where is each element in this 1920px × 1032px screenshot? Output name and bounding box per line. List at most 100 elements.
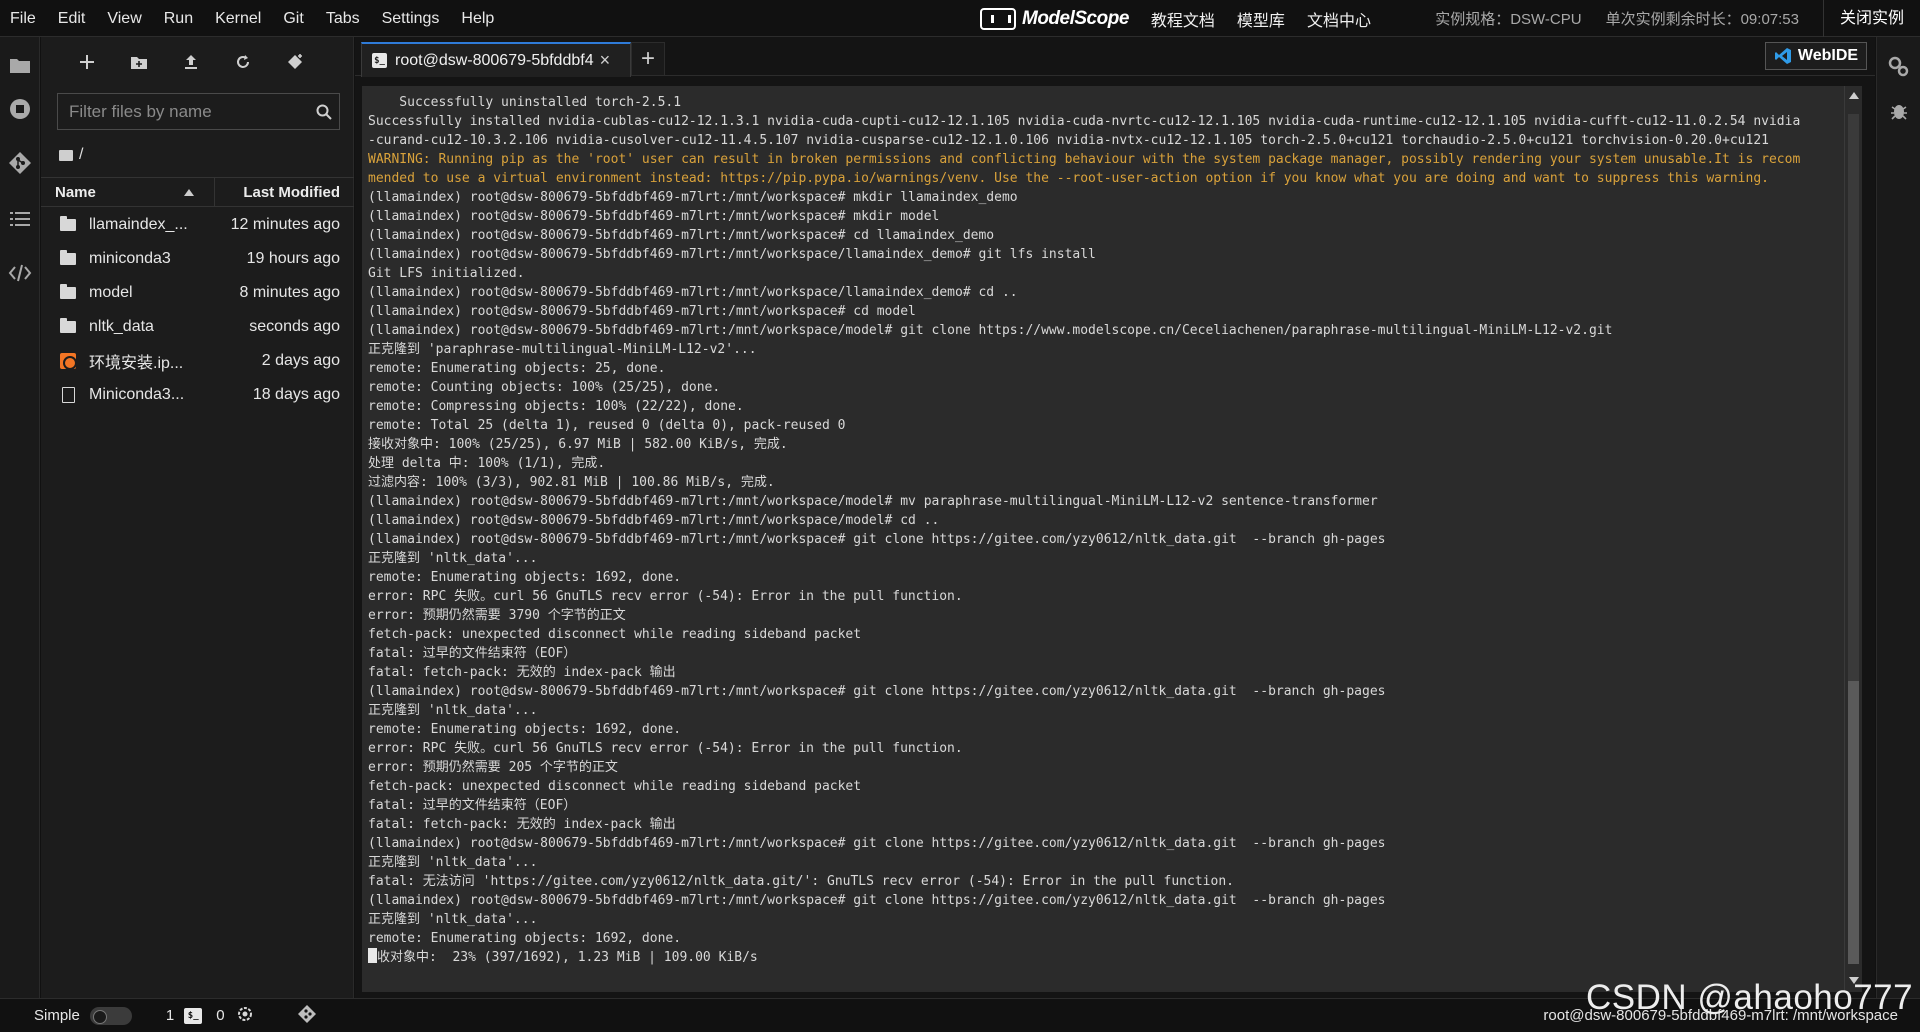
terminal-line: fatal: 过早的文件结束符（EOF） (368, 646, 577, 661)
file-modified: seconds ago (249, 318, 340, 335)
link-model-library[interactable]: 模型库 (1237, 7, 1285, 31)
menu-git[interactable]: Git (272, 0, 314, 37)
property-inspector-icon[interactable] (1887, 55, 1911, 79)
refresh-button[interactable] (217, 47, 269, 77)
terminal-line: (llamaindex) root@dsw-800679-5bfddbf469-… (368, 209, 940, 224)
terminal-line: (llamaindex) root@dsw-800679-5bfddbf469-… (368, 532, 1386, 547)
file-name: 环境安装.ip... (89, 355, 184, 372)
terminal-line: fatal: fetch-pack: 无效的 index-pack 输出 (368, 817, 676, 832)
filter-files-input[interactable] (58, 101, 309, 122)
kernel-count[interactable]: 1 (166, 1007, 174, 1024)
terminal-count[interactable]: 0 (216, 1007, 224, 1024)
sort-ascending-icon (184, 188, 194, 196)
file-row-model[interactable]: model 8 minutes ago (41, 276, 354, 310)
terminal-line: WARNING: Running pip as the 'root' user … (368, 152, 1801, 167)
home-folder-icon[interactable] (59, 149, 73, 161)
file-row-env-notebook[interactable]: 环境安装.ip... 2 days ago (41, 344, 354, 378)
terminal-line: (llamaindex) root@dsw-800679-5bfddbf469-… (368, 513, 940, 528)
terminal-line: fetch-pack: unexpected disconnect while … (368, 627, 862, 642)
terminal-scrollbar[interactable] (1844, 86, 1862, 992)
terminal-line-text: 收对象中: 23% (397/1692), 1.23 MiB | 109.00 … (377, 950, 758, 965)
terminal-line: fatal: fetch-pack: 无效的 index-pack 输出 (368, 665, 676, 680)
terminal-line: fetch-pack: unexpected disconnect while … (368, 779, 862, 794)
menu-kernel[interactable]: Kernel (204, 0, 272, 37)
upload-icon (185, 55, 197, 69)
menu-tabs[interactable]: Tabs (315, 0, 371, 37)
menu-view[interactable]: View (96, 0, 152, 37)
modelscope-logo-icon (980, 7, 1016, 30)
git-status-icon[interactable] (297, 1004, 317, 1028)
menu-file[interactable]: File (0, 0, 47, 37)
column-name[interactable]: Name (41, 177, 215, 207)
menu-edit[interactable]: Edit (47, 0, 97, 37)
menu-help[interactable]: Help (450, 0, 505, 37)
terminal-line: remote: Enumerating objects: 1692, done. (368, 931, 682, 946)
terminal-line: fatal: 无法访问 'https://gitee.com/yzy0612/n… (368, 874, 1234, 889)
left-activity-bar (0, 37, 40, 998)
close-icon[interactable]: × (600, 50, 611, 71)
scroll-up-icon[interactable] (1849, 92, 1859, 99)
file-modified: 12 minutes ago (230, 216, 340, 233)
terminal-line: error: RPC 失败。curl 56 GnuTLS recv error … (368, 741, 963, 756)
table-of-contents-icon[interactable] (6, 205, 34, 233)
git-clone-button[interactable] (269, 47, 321, 77)
column-last-modified[interactable]: Last Modified (215, 184, 354, 201)
remaining-time: 单次实例剩余时长：09:07:53 (1605, 11, 1799, 28)
main-area: $_ root@dsw-800679-5bfddbf4 × + WebIDE S… (355, 37, 1875, 998)
terminal-line: (llamaindex) root@dsw-800679-5bfddbf469-… (368, 893, 1386, 908)
terminal-panel[interactable]: Successfully uninstalled torch-2.5.1 Succ… (362, 86, 1862, 992)
link-docs-center[interactable]: 文档中心 (1307, 7, 1371, 31)
git-icon[interactable] (6, 149, 34, 177)
new-folder-icon (131, 56, 147, 69)
terminal-icon[interactable]: $_ (184, 1007, 203, 1024)
folder-icon (59, 318, 77, 333)
debugger-icon[interactable] (1887, 99, 1911, 123)
breadcrumb: / (59, 143, 83, 167)
file-modified: 19 hours ago (246, 250, 340, 267)
upload-button[interactable] (165, 47, 217, 77)
tab-terminal[interactable]: $_ root@dsw-800679-5bfddbf4 × (361, 42, 631, 77)
terminal-line: error: RPC 失败。curl 56 GnuTLS recv error … (368, 589, 963, 604)
file-modified: 8 minutes ago (239, 284, 340, 301)
terminal-line: (llamaindex) root@dsw-800679-5bfddbf469-… (368, 285, 1018, 300)
terminal-line: remote: Enumerating objects: 25, done. (368, 361, 666, 376)
file-row-llamaindex-demo[interactable]: llamaindex_... 12 minutes ago (41, 208, 354, 242)
new-launcher-button[interactable] (61, 47, 113, 77)
modelscope-logo[interactable]: ModelScope (980, 7, 1129, 30)
terminal-icon: $_ (372, 53, 387, 68)
file-list-header: Name Last Modified (41, 177, 354, 207)
new-tab-button[interactable]: + (631, 42, 665, 76)
right-side-bar (1876, 37, 1920, 998)
terminal-line: 正克隆到 'nltk_data'... (368, 551, 538, 566)
kernel-status-gear-icon[interactable] (237, 1006, 253, 1026)
webide-button[interactable]: WebIDE (1765, 42, 1867, 70)
menu-settings[interactable]: Settings (371, 0, 451, 37)
webide-label: WebIDE (1797, 47, 1859, 64)
running-kernels-icon[interactable] (6, 95, 34, 123)
file-row-nltk-data[interactable]: nltk_data seconds ago (41, 310, 354, 344)
brand-area: ModelScope 教程文档 模型库 文档中心 (980, 0, 1371, 37)
file-row-miniconda-installer[interactable]: Miniconda3... 18 days ago (41, 378, 354, 412)
menu-run[interactable]: Run (153, 0, 204, 37)
terminal-line: 正克隆到 'nltk_data'... (368, 703, 538, 718)
instance-info: 实例规格：DSW-CPU 单次实例剩余时长：09:07:53 关闭实例 (1435, 0, 1920, 37)
terminal-line: error: 预期仍然需要 3790 个字节的正文 (368, 608, 626, 623)
link-tutorials[interactable]: 教程文档 (1151, 7, 1215, 31)
simple-mode-toggle[interactable] (89, 1006, 132, 1025)
folder-icon[interactable] (6, 51, 34, 79)
close-instance-button[interactable]: 关闭实例 (1822, 0, 1920, 37)
terminal-line: 过滤内容: 100% (3/3), 902.81 MiB | 100.86 Mi… (368, 475, 775, 490)
new-folder-button[interactable] (113, 47, 165, 77)
scrollbar-thumb[interactable] (1848, 681, 1859, 964)
file-row-miniconda3[interactable]: miniconda3 19 hours ago (41, 242, 354, 276)
terminal-line: Successfully installed nvidia-cublas-cu1… (368, 114, 1801, 129)
terminal-line: (llamaindex) root@dsw-800679-5bfddbf469-… (368, 304, 916, 319)
file-name: nltk_data (89, 318, 154, 335)
terminal-line: (llamaindex) root@dsw-800679-5bfddbf469-… (368, 190, 1018, 205)
file-name: model (89, 284, 133, 301)
breadcrumb-root[interactable]: / (79, 146, 83, 164)
folder-icon (59, 216, 77, 231)
menu-bar: File Edit View Run Kernel Git Tabs Setti… (0, 0, 1920, 37)
code-snippets-icon[interactable] (6, 259, 34, 287)
folder-icon (59, 250, 77, 265)
